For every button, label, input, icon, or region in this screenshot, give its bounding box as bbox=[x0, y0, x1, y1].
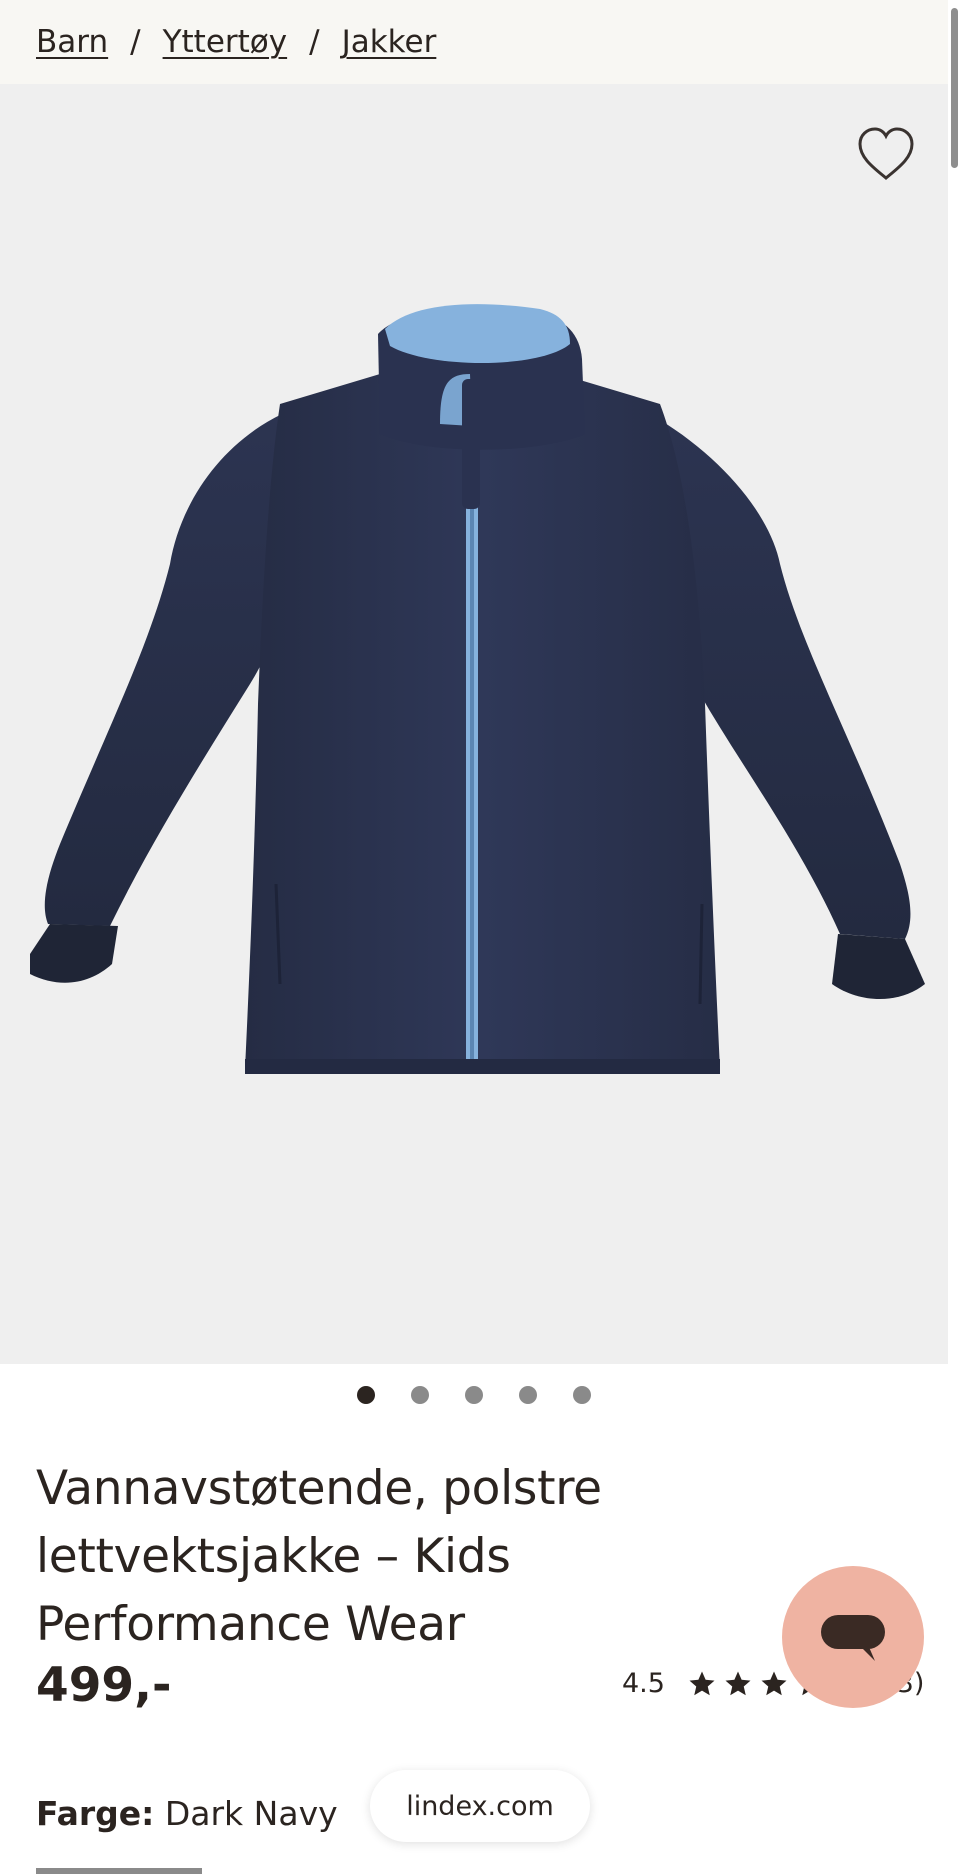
heart-icon[interactable] bbox=[854, 124, 918, 184]
gallery-dot-1[interactable] bbox=[357, 1386, 375, 1404]
star-icon bbox=[689, 1671, 715, 1695]
gallery-pagination bbox=[0, 1386, 948, 1404]
product-title-line: lettvektsjakke – Kids bbox=[36, 1529, 511, 1584]
page-scrollbar[interactable] bbox=[948, 0, 960, 1874]
color-selector-label: Farge: Dark Navy bbox=[36, 1794, 338, 1833]
product-price: 499,- bbox=[36, 1658, 172, 1713]
breadcrumb: Barn / Yttertøy / Jakker bbox=[0, 0, 948, 84]
star-icon bbox=[725, 1671, 751, 1695]
breadcrumb-item-yttertoy[interactable]: Yttertøy bbox=[163, 24, 288, 60]
product-image-gallery[interactable] bbox=[0, 84, 948, 1364]
chat-button[interactable] bbox=[782, 1566, 924, 1708]
scrollbar-thumb[interactable] bbox=[951, 8, 958, 168]
star-icon bbox=[761, 1671, 787, 1695]
gallery-dot-5[interactable] bbox=[573, 1386, 591, 1404]
chat-bubble-icon bbox=[821, 1615, 885, 1661]
color-value: Dark Navy bbox=[164, 1794, 338, 1833]
product-title-line: Performance Wear bbox=[36, 1597, 465, 1652]
color-label: Farge: bbox=[36, 1794, 155, 1833]
rating-value: 4.5 bbox=[622, 1668, 665, 1699]
product-title-line: Vannavstøtende, polstre bbox=[36, 1461, 602, 1516]
color-swatch-selected[interactable] bbox=[36, 1868, 202, 1874]
breadcrumb-separator: / bbox=[309, 24, 320, 60]
gallery-dot-4[interactable] bbox=[519, 1386, 537, 1404]
product-image bbox=[0, 84, 948, 1364]
breadcrumb-item-barn[interactable]: Barn bbox=[36, 24, 108, 60]
site-url-pill[interactable]: lindex.com bbox=[370, 1770, 590, 1842]
gallery-dot-3[interactable] bbox=[465, 1386, 483, 1404]
breadcrumb-item-jakker[interactable]: Jakker bbox=[342, 24, 437, 60]
product-title: Vannavstøtende, polstre lettvektsjakke –… bbox=[36, 1455, 676, 1659]
breadcrumb-separator: / bbox=[130, 24, 141, 60]
gallery-dot-2[interactable] bbox=[411, 1386, 429, 1404]
